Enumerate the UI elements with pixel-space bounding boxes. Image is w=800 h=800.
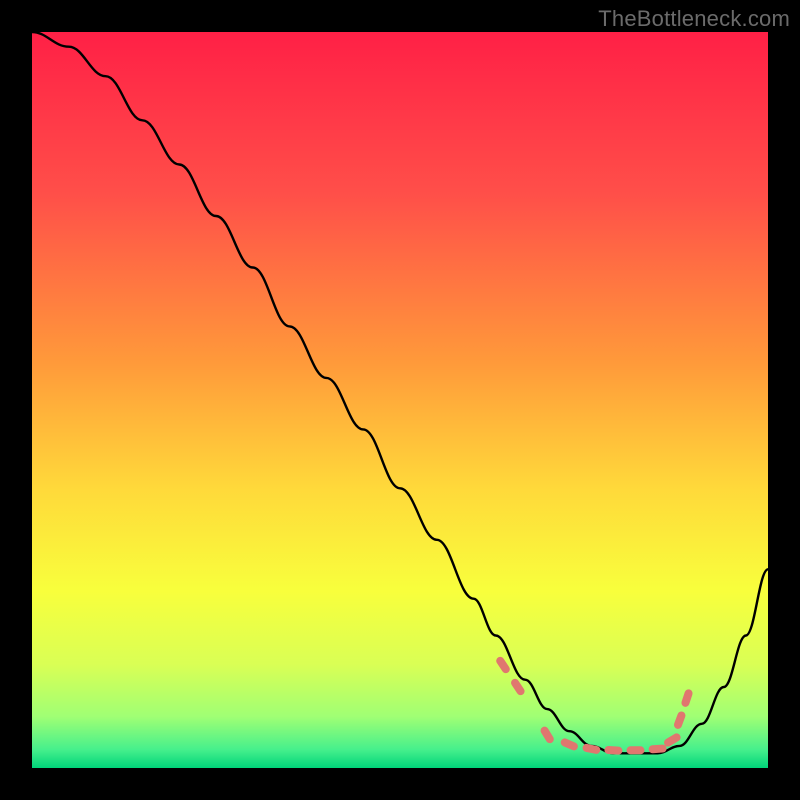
chart-frame: TheBottleneck.com xyxy=(0,0,800,800)
optimal-marker-dash xyxy=(559,737,579,751)
optimal-marker-dash xyxy=(604,746,622,755)
optimal-marker-dash xyxy=(673,710,687,730)
chart-canvas xyxy=(32,32,768,768)
bottleneck-curve xyxy=(32,32,768,753)
plot-area xyxy=(32,32,768,768)
optimal-marker-dash xyxy=(627,746,645,754)
optimal-marker-dash xyxy=(648,744,666,753)
optimal-marker-dash xyxy=(582,743,601,754)
optimal-marker-dash xyxy=(495,655,512,674)
watermark-text: TheBottleneck.com xyxy=(598,6,790,32)
optimal-range-marker xyxy=(495,655,694,755)
optimal-marker-dash xyxy=(539,725,555,745)
optimal-marker-dash xyxy=(680,688,693,708)
